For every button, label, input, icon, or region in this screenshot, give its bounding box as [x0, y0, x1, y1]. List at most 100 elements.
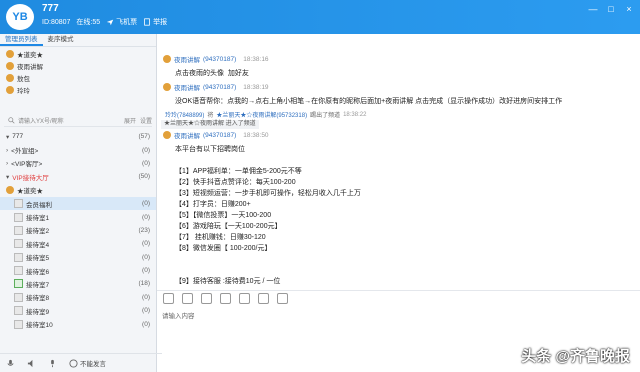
room-name: 777 [42, 3, 59, 14]
minimize-button[interactable]: — [588, 4, 598, 14]
notice-mid: 将 [207, 113, 214, 119]
room-icon [14, 319, 23, 329]
channel-row[interactable]: 接待室6 (0) [0, 264, 156, 277]
tab-admin-list[interactable]: 管理员列表 [0, 34, 43, 46]
channel-row[interactable]: › <外宣组> (0) [0, 143, 156, 156]
sidebar-tabs: 管理员列表 麦序模式 [0, 34, 156, 47]
channel-count: (0) [142, 253, 150, 261]
speaker-icon[interactable] [27, 359, 36, 368]
admin-item[interactable]: 敖包 [6, 72, 43, 84]
no-speak-toggle[interactable]: 不能发言 [69, 358, 106, 368]
close-button[interactable]: × [624, 4, 634, 14]
room-meta: ID:80807 在线:55 飞机票 举报 [42, 17, 167, 27]
font-icon[interactable] [201, 292, 212, 304]
sender-name[interactable]: 夜雨讲解 [174, 130, 200, 140]
admin-item[interactable]: ★道奕★ [6, 48, 43, 60]
sender-name[interactable]: 夜雨讲解 [174, 54, 200, 64]
chevron-icon[interactable]: › [6, 147, 8, 154]
window-controls: — □ × [588, 4, 634, 14]
room-id: ID:80807 [42, 18, 71, 26]
airplane-icon [106, 19, 114, 26]
channel-row[interactable]: 接待室5 (0) [0, 251, 156, 264]
channel-count: (0) [142, 293, 150, 301]
channel-label: 接待室2 [26, 228, 50, 236]
channel-row[interactable]: 会员福利 (0) [0, 196, 156, 211]
channel-label: 接待室4 [26, 241, 50, 249]
channel-label: 接待室10 [26, 322, 53, 330]
avatar [6, 86, 14, 94]
admin-list: ★道奕★ 夜雨讲解 敖包 玲玲 [6, 48, 43, 96]
room-icon [14, 239, 23, 249]
channel-row[interactable]: 接待室1 (0) [0, 210, 156, 223]
history-icon[interactable] [277, 292, 288, 304]
chevron-icon[interactable]: › [6, 160, 8, 167]
channel-label: 接待室8 [26, 295, 50, 303]
sender-name[interactable]: 夜雨讲解 [174, 82, 200, 92]
settings-option[interactable]: 设置 [140, 116, 152, 125]
message-header: 夜雨讲解 (94370187) 18:38:16 [163, 54, 269, 64]
channel-row[interactable]: › <VIP客厅> (0) [0, 157, 156, 170]
tab-mic-order[interactable]: 麦序模式 [43, 34, 79, 46]
room-icon [14, 252, 23, 262]
app-logo: YB [6, 4, 34, 30]
notice-action: 踢出了频道 [310, 113, 341, 119]
room-icon [14, 279, 23, 289]
notice-actor[interactable]: 玲玲(7848899) [165, 110, 204, 119]
channel-row[interactable]: 接待室9 (0) [0, 304, 156, 317]
search-input[interactable]: 请输入YX号/昵称 [18, 116, 120, 125]
sender-id: (94370187) [203, 131, 237, 139]
channel-count: (57) [138, 133, 150, 141]
channel-label: ★道奕★ [17, 188, 43, 196]
chat-toolbar [157, 290, 640, 305]
microphone-icon[interactable] [48, 359, 57, 368]
message-text: 点击夜雨的头像 加好友 [175, 70, 249, 77]
chevron-icon[interactable]: ▾ [6, 133, 9, 141]
channel-row[interactable]: ▾ VIP接待大厅 (50) [0, 170, 156, 183]
report-icon [144, 18, 150, 26]
channel-row[interactable]: 接待室10 (0) [0, 317, 156, 330]
chevron-icon[interactable]: ▾ [6, 173, 9, 181]
channel-label: 接待室6 [26, 268, 50, 276]
title-bar: YB 777 ID:80807 在线:55 飞机票 举报 — □ × [0, 0, 640, 34]
file-icon[interactable] [239, 292, 250, 304]
channel-label: 接待室5 [26, 255, 50, 263]
compose-input[interactable]: 请输入内容 [162, 310, 195, 320]
mic-icon[interactable] [6, 359, 15, 368]
expand-option[interactable]: 展开 [124, 116, 136, 125]
channel-row[interactable]: 接待室7 (18) [0, 277, 156, 290]
image-icon[interactable] [182, 292, 193, 304]
channel-count: (0) [142, 240, 150, 248]
channel-count: (0) [142, 213, 150, 221]
channel-label: 接待室1 [26, 215, 50, 223]
admin-item[interactable]: 玲玲 [6, 84, 43, 96]
bottom-bar: 不能发言 [0, 353, 162, 372]
report-button[interactable]: 举报 [143, 17, 167, 27]
channel-row[interactable]: 接待室8 (0) [0, 291, 156, 304]
channel-count: (23) [138, 226, 150, 234]
screenshot-icon[interactable] [220, 292, 231, 304]
channel-row[interactable]: ★道奕★ [0, 184, 156, 197]
admin-item[interactable]: 夜雨讲解 [6, 60, 43, 72]
message-text: 本平台有以下招聘岗位 【1】APP福利单：一单佣金5-200元不等 【2】快手抖… [175, 146, 361, 285]
avatar [6, 62, 14, 70]
emoji-icon[interactable] [163, 292, 174, 304]
avatar [163, 83, 171, 91]
avatar [163, 55, 171, 63]
channel-row[interactable]: 接待室2 (23) [0, 224, 156, 237]
notice-target[interactable]: ★兰丽天★☆夜雨讲解(95732318) [216, 110, 307, 119]
online-count: 在线:55 [76, 19, 101, 26]
channel-count: (0) [142, 200, 150, 208]
message-time: 18:38:16 [243, 55, 269, 63]
channel-row[interactable]: 接待室4 (0) [0, 237, 156, 250]
channel-label: 777 [12, 133, 24, 141]
channel-label: 会员福利 [26, 201, 52, 209]
maximize-button[interactable]: □ [606, 4, 616, 14]
channel-count: (18) [138, 280, 150, 288]
channel-count: (0) [142, 320, 150, 328]
notice-time: 18:38:22 [343, 111, 367, 118]
channel-row[interactable]: ▾ 777 (57) [0, 130, 156, 143]
airplane-ticket-button[interactable]: 飞机票 [106, 17, 137, 27]
message-header: 夜雨讲解 (94370187) 18:38:50 [163, 130, 269, 140]
sender-id: (94370187) [203, 83, 237, 91]
gift-icon[interactable] [258, 292, 269, 304]
